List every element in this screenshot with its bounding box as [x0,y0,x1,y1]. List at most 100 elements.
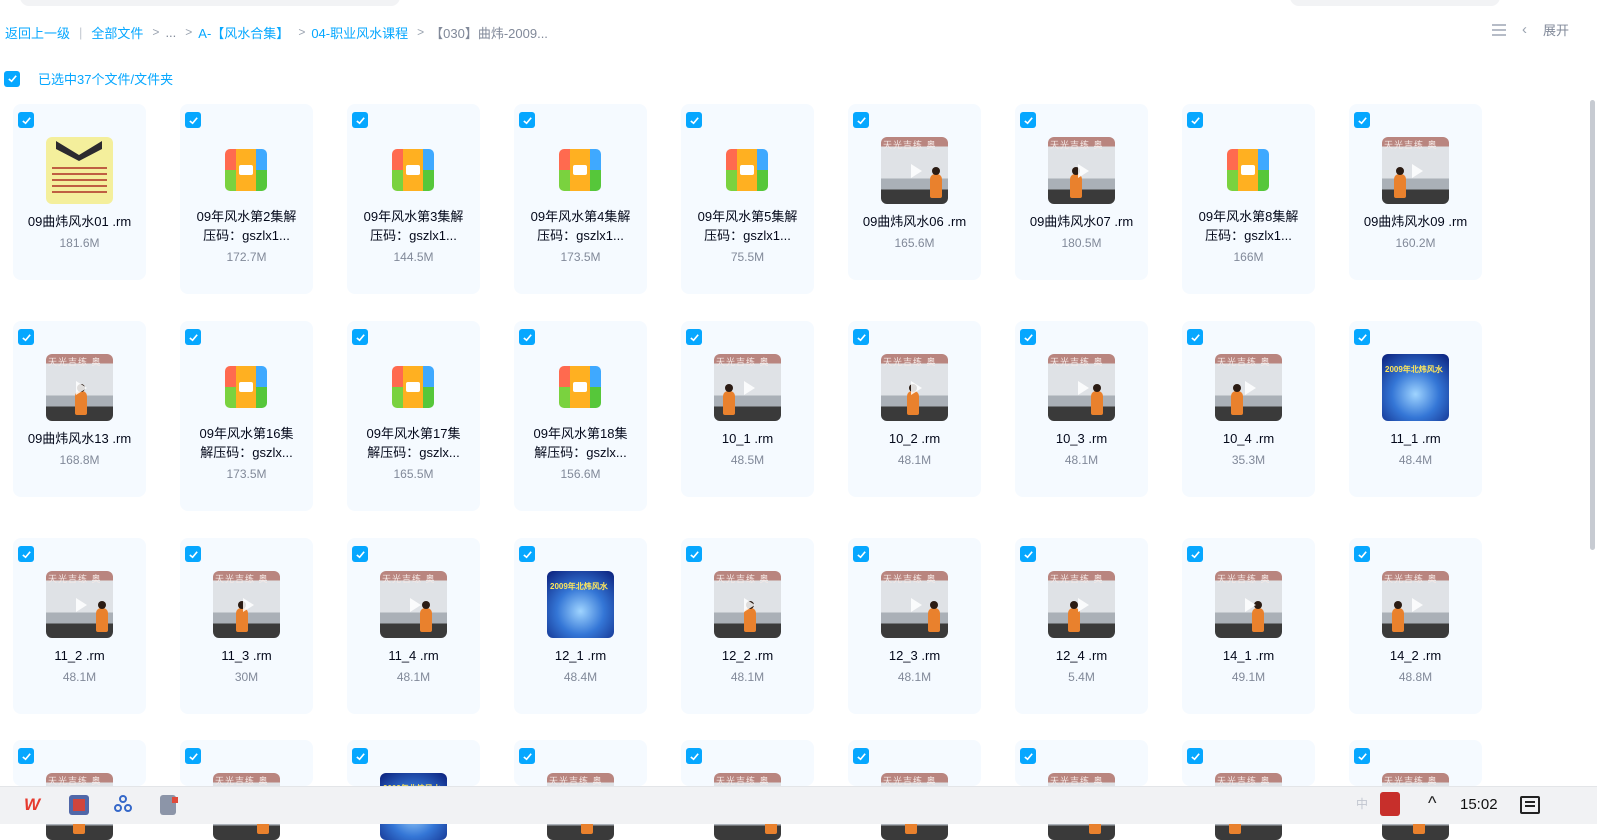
file-card[interactable]: 天光吉练 奥 14_2 .rm 48.8M [1349,538,1482,714]
file-checkbox[interactable] [686,748,702,764]
video-thumbnail: 2009年北炜风水 [547,571,614,638]
file-checkbox[interactable] [519,112,535,128]
file-card[interactable]: 2009年北炜风水 12_1 .rm 48.4M [514,538,647,714]
file-card[interactable]: 天光吉练 奥 14_1 .rm 49.1M [1182,538,1315,714]
file-name: 12_2 .rm [721,648,774,663]
file-checkbox[interactable] [1020,112,1036,128]
file-card[interactable]: 09年风水第2集解压码：gszlx1... 172.7M [180,104,313,294]
document-app-icon[interactable] [69,795,89,815]
file-checkbox[interactable] [352,748,368,764]
file-name: 12_3 .rm [888,648,941,663]
file-checkbox[interactable] [853,112,869,128]
file-checkbox[interactable] [1187,546,1203,562]
thumbnail-banner: 天光吉练 奥 [382,574,436,584]
file-checkbox[interactable] [1354,546,1370,562]
file-checkbox[interactable] [185,546,201,562]
file-checkbox[interactable] [519,329,535,345]
video-thumbnail: 天光吉练 奥 [1215,354,1282,421]
video-thumbnail: 天光吉练 奥 [1048,571,1115,638]
file-checkbox[interactable] [352,546,368,562]
file-card[interactable]: 09年风水第18集解压码：gszlx... 156.6M [514,321,647,511]
file-card[interactable]: 09曲炜风水01 .rm 181.6M [13,104,146,280]
file-card[interactable]: 天光吉练 奥 [1015,740,1148,840]
file-checkbox[interactable] [519,546,535,562]
file-size: 165.6M [894,236,935,250]
file-card[interactable]: 09年风水第16集解压码：gszlx... 173.5M [180,321,313,511]
file-checkbox[interactable] [853,546,869,562]
file-card[interactable]: 天光吉练 奥 09曲炜风水09 .rm 160.2M [1349,104,1482,280]
file-checkbox[interactable] [352,329,368,345]
file-card[interactable]: 09年风水第17集解压码：gszlx... 165.5M [347,321,480,511]
clock[interactable]: 15:02 [1460,796,1498,813]
file-checkbox[interactable] [686,112,702,128]
file-card[interactable]: 天光吉练 奥 [514,740,647,840]
thumbnail-banner: 天光吉练 奥 [1050,574,1104,584]
file-card[interactable]: 天光吉练 奥 10_4 .rm 35.3M [1182,321,1315,497]
file-card[interactable]: 天光吉练 奥 [848,740,981,840]
file-checkbox[interactable] [1020,329,1036,345]
file-card[interactable]: 天光吉练 奥 11_4 .rm 48.1M [347,538,480,714]
file-checkbox[interactable] [18,112,34,128]
file-checkbox[interactable] [185,112,201,128]
file-card[interactable]: 天光吉练 奥 [681,740,814,840]
tray-expand-icon[interactable]: ^ [1428,793,1436,814]
file-checkbox[interactable] [18,329,34,345]
file-checkbox[interactable] [18,748,34,764]
file-checkbox[interactable] [185,329,201,345]
file-card[interactable]: 天光吉练 奥 12_3 .rm 48.1M [848,538,981,714]
notes-app-icon[interactable] [160,795,178,815]
file-card[interactable]: 天光吉练 奥 12_4 .rm 5.4M [1015,538,1148,714]
file-card[interactable]: 天光吉练 奥 10_1 .rm 48.5M [681,321,814,497]
network-app-icon[interactable] [114,795,134,815]
file-checkbox[interactable] [1354,329,1370,345]
file-card[interactable]: 09年风水第3集解压码：gszlx1... 144.5M [347,104,480,294]
file-card[interactable]: 天光吉练 奥 11_2 .rm 48.1M [13,538,146,714]
file-size: 144.5M [393,250,434,264]
file-name: 09年风水第4集解压码：gszlx1... [530,209,631,243]
stamp-app-icon[interactable] [1380,792,1400,816]
file-checkbox[interactable] [1020,546,1036,562]
file-card[interactable]: 天光吉练 奥 10_2 .rm 48.1M [848,321,981,497]
file-card[interactable]: 天光吉练 奥 [13,740,146,840]
file-card[interactable]: 天光吉练 奥 09曲炜风水13 .rm 168.8M [13,321,146,497]
file-card[interactable]: 2009年北炜风水 [347,740,480,840]
play-icon [75,380,87,395]
file-card[interactable]: 天光吉练 奥 [1349,740,1482,840]
file-card[interactable]: 2009年北炜风水 11_1 .rm 48.4M [1349,321,1482,497]
wps-app-icon[interactable]: W [24,795,44,815]
file-checkbox[interactable] [1187,112,1203,128]
file-size: 48.5M [730,453,765,467]
file-card[interactable]: 天光吉练 奥 09曲炜风水07 .rm 180.5M [1015,104,1148,280]
file-checkbox[interactable] [1187,748,1203,764]
file-checkbox[interactable] [853,329,869,345]
file-checkbox[interactable] [519,748,535,764]
file-checkbox[interactable] [853,748,869,764]
thumbnail-banner: 天光吉练 奥 [48,574,102,584]
file-checkbox[interactable] [686,546,702,562]
file-card[interactable]: 天光吉练 奥 10_3 .rm 48.1M [1015,321,1148,497]
file-card[interactable]: 天光吉练 奥 09曲炜风水06 .rm 165.6M [848,104,981,280]
file-checkbox[interactable] [686,329,702,345]
file-card[interactable]: 天光吉练 奥 [1182,740,1315,840]
file-checkbox[interactable] [1354,112,1370,128]
scrollbar[interactable] [1590,100,1595,550]
file-name: 09曲炜风水07 .rm [1029,214,1134,229]
file-checkbox[interactable] [1187,329,1203,345]
file-checkbox[interactable] [185,748,201,764]
play-icon [1077,163,1089,178]
file-size: 5.4M [1068,670,1095,684]
file-card[interactable]: 天光吉练 奥 12_2 .rm 48.1M [681,538,814,714]
file-card[interactable]: 天光吉练 奥 11_3 .rm 30M [180,538,313,714]
play-icon [242,597,254,612]
file-checkbox[interactable] [1020,748,1036,764]
file-card[interactable]: 09年风水第4集解压码：gszlx1... 173.5M [514,104,647,294]
file-checkbox[interactable] [18,546,34,562]
video-thumbnail: 天光吉练 奥 [1215,571,1282,638]
file-card[interactable]: 天光吉练 奥 [180,740,313,840]
notification-icon[interactable] [1520,796,1540,814]
file-card[interactable]: 09年风水第5集解压码：gszlx1... 75.5M [681,104,814,294]
ime-indicator[interactable]: 中 [1356,795,1368,812]
file-checkbox[interactable] [352,112,368,128]
file-card[interactable]: 09年风水第8集解压码：gszlx1... 166M [1182,104,1315,294]
file-checkbox[interactable] [1354,748,1370,764]
